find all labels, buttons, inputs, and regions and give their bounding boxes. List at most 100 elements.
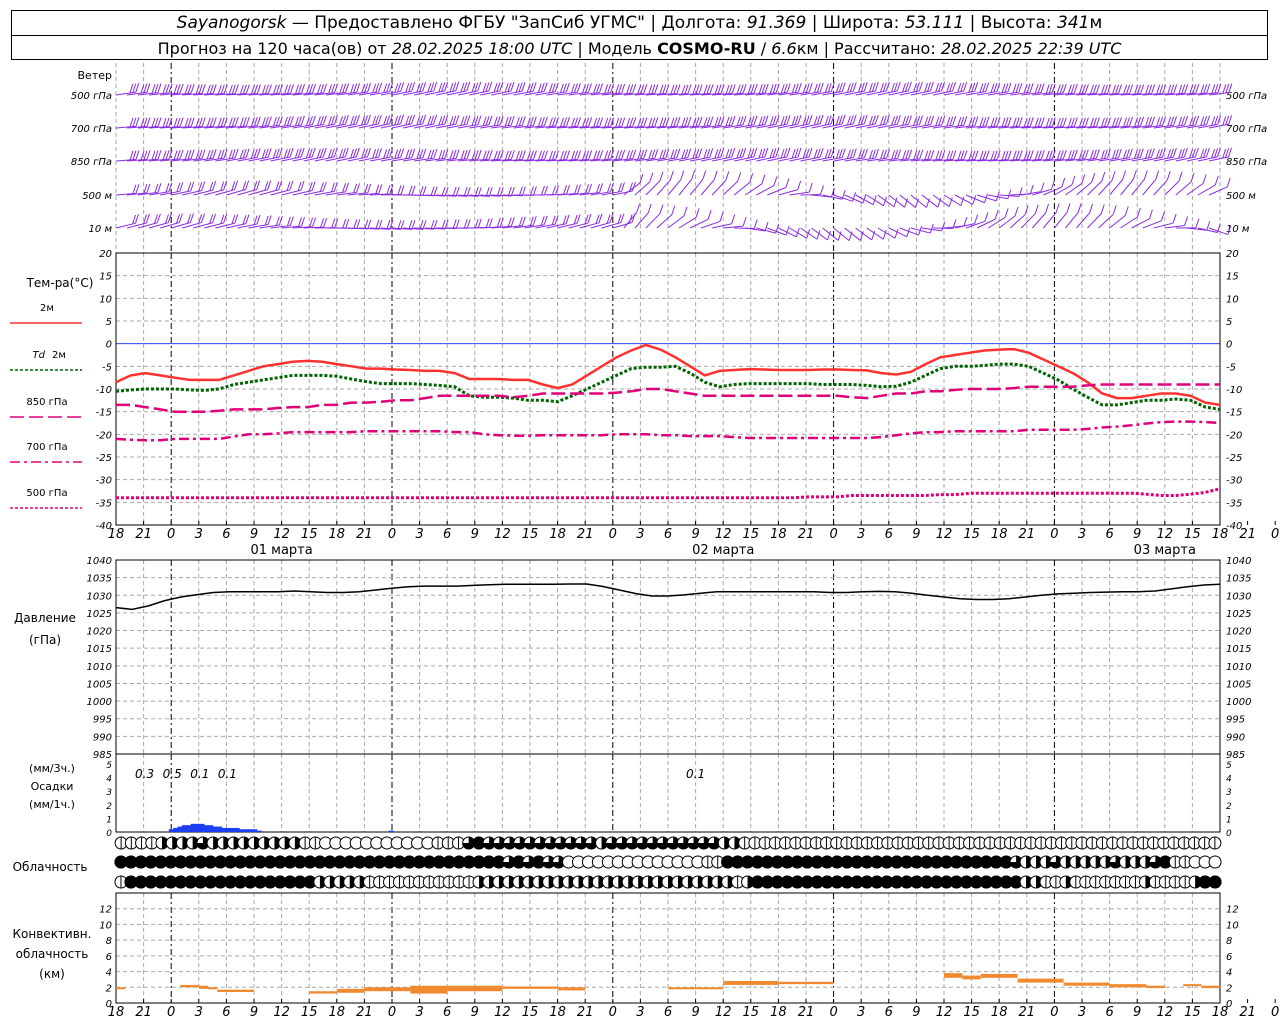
wind-barb-feather: [322, 115, 327, 125]
precip-3h-label: 0.1: [190, 767, 209, 781]
wind-barb-feather: [485, 116, 490, 126]
precip-tick-right: 2: [1226, 802, 1232, 812]
wind-barb-feather: [673, 117, 678, 127]
wind-barb-feather: [162, 150, 167, 160]
wind-barb-feather: [717, 116, 722, 126]
wind-barb-feather: [654, 84, 659, 94]
conv-tick-left: 12: [99, 905, 112, 916]
wind-barb-feather: [816, 83, 821, 93]
wind-barb-feather: [599, 117, 604, 127]
conv-bar: [980, 973, 1018, 978]
wind-barb-feather: [430, 149, 435, 159]
wind-barb-feather: [300, 147, 305, 158]
wind-barb-feather: [1100, 204, 1105, 214]
wind-barb: [987, 216, 1006, 229]
wind-barb-feather: [1203, 84, 1208, 94]
wind-barb-feather: [684, 84, 689, 94]
precip-bar: [234, 827, 240, 832]
time-label: 0: [609, 527, 617, 542]
wind-barb-feather: [482, 150, 487, 160]
wind-barb-feather: [927, 116, 932, 126]
wind-barb-feather: [662, 149, 667, 159]
wind-barb-feather: [353, 83, 358, 93]
wind-barb-feather: [234, 214, 239, 224]
wind-barb-feather: [974, 116, 979, 126]
wind-barb-feather: [659, 149, 664, 160]
wind-barb-feather: [339, 116, 343, 126]
time-label: 3: [415, 1005, 423, 1020]
wind-barb-feather: [808, 114, 813, 125]
wind-barb-feather: [860, 149, 865, 159]
wind-barb-feather: [1167, 116, 1172, 127]
wind-barb-feather: [198, 84, 203, 94]
wind-barb-feather: [573, 83, 578, 93]
conv-tick-left: 8: [106, 936, 112, 947]
wind-barb-feather: [378, 148, 382, 158]
wind-barb-feather: [353, 183, 358, 193]
pres-tick-left: 1020: [87, 627, 112, 638]
wind-barb-feather: [452, 115, 457, 125]
wind-barb-feather: [659, 84, 664, 95]
wind-barb-feather: [1122, 170, 1127, 180]
wind-barb-feather: [687, 84, 692, 94]
precip-tick-right: 4: [1226, 775, 1232, 785]
wind-barb-feather: [1007, 150, 1012, 160]
wind-barb: [1164, 180, 1180, 196]
wind-barb-feather: [713, 170, 718, 180]
wind-barb-feather: [1004, 117, 1009, 127]
wind-barb-feather: [739, 116, 744, 126]
wind-barb-feather: [894, 149, 899, 160]
time-label: 12: [715, 527, 732, 542]
time-label: 6: [443, 527, 451, 542]
wind-barb-feather: [846, 83, 851, 93]
wind-barb-feather: [687, 148, 692, 158]
wind-barb: [612, 190, 633, 196]
time-label: 21: [135, 527, 152, 542]
wind-barb-feather: [772, 115, 777, 126]
wind-barb-feather: [364, 219, 369, 229]
wind-barb-feather: [1092, 84, 1097, 94]
wind-barb-feather: [607, 117, 612, 127]
wind-barb-feather: [772, 148, 777, 158]
conv-tick-left: 4: [106, 968, 112, 979]
wind-barb-feather: [1034, 150, 1039, 160]
wind-barb-feather: [990, 150, 995, 161]
wind-barb: [1109, 179, 1123, 196]
wind-barb-feather: [835, 115, 840, 126]
time-label: 18: [1212, 527, 1229, 542]
wind-barb-feather: [615, 150, 620, 160]
wind-barb-feather: [1136, 148, 1141, 159]
wind-barb-feather: [731, 214, 736, 224]
wind-barb-feather: [1015, 150, 1020, 160]
pres-tick-right: 1025: [1226, 609, 1251, 620]
wind-barb-feather: [1205, 147, 1210, 158]
wind-barb-feather: [129, 150, 134, 161]
wind-barb-feather: [157, 117, 162, 127]
wind-barb-feather: [1148, 84, 1153, 94]
wind-barb-feather: [695, 84, 700, 94]
wind-barb-feather: [129, 117, 134, 128]
wind-barb-feather: [1111, 171, 1116, 181]
wind-barb-feather: [963, 82, 968, 92]
wind-barb-feather: [507, 82, 512, 92]
wind-barb-feather: [460, 150, 465, 160]
wind-barb-feather: [228, 117, 233, 127]
time-label: 9: [1133, 1005, 1141, 1020]
pres-tick-left: 1005: [87, 679, 112, 690]
wind-barb-feather: [596, 150, 601, 160]
wind-barb-feather: [1125, 149, 1130, 159]
wind-barb-feather: [824, 83, 829, 93]
temp-tick-right: -15: [1226, 408, 1242, 419]
wind-barb-feather: [267, 84, 272, 94]
wind-barb-feather: [350, 83, 355, 94]
wind-barb-feather: [960, 116, 965, 126]
wind-barb-feather: [518, 82, 523, 92]
wind-barb-feather: [1129, 116, 1133, 127]
wind-barb-feather: [283, 149, 288, 159]
wind-barb: [1065, 212, 1079, 229]
wind-barb-feather: [670, 117, 675, 127]
wind-barb-feather: [587, 213, 592, 224]
wind-barb-feather: [474, 82, 479, 92]
wind-barb-feather: [529, 82, 534, 93]
wind-barb-feather: [632, 117, 637, 127]
